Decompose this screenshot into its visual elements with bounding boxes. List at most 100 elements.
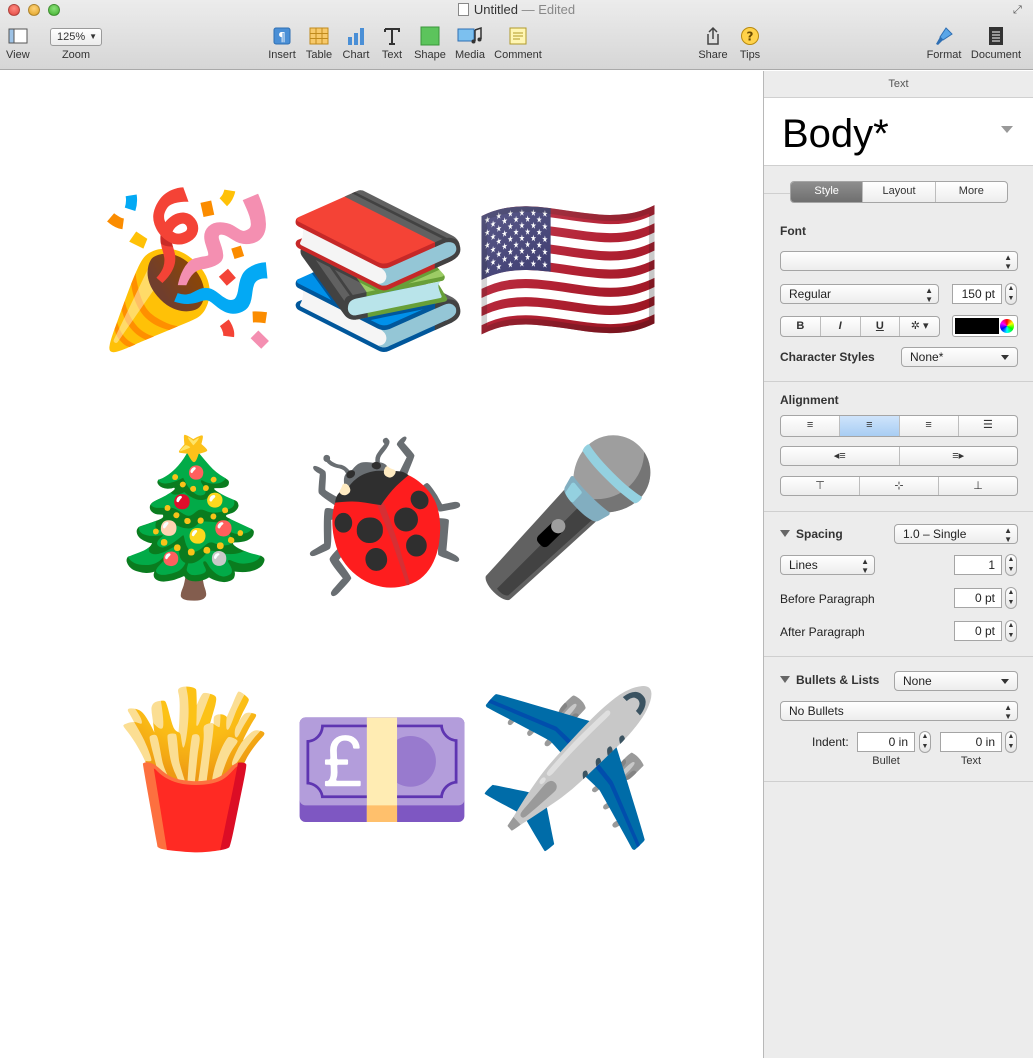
align-bottom-button[interactable]: ⊥ — [938, 477, 1017, 495]
alignment-section-label: Alignment — [780, 393, 839, 407]
zoom-control[interactable]: 125% ▼ Zoom — [48, 26, 104, 61]
document-proxy-icon[interactable] — [457, 3, 469, 16]
view-button[interactable]: View — [6, 26, 30, 61]
pound-banknote-emoji[interactable]: 💷 — [289, 675, 476, 865]
align-bottom-icon: ⊥ — [973, 480, 983, 492]
bullet-indent-label: Bullet — [872, 755, 900, 767]
font-size-field[interactable]: 150 pt — [952, 284, 1002, 304]
table-button[interactable]: Table — [304, 26, 334, 61]
align-top-button[interactable]: ⊤ — [781, 477, 859, 495]
comment-button[interactable]: Comment — [492, 26, 544, 61]
bullet-indent-stepper[interactable]: ▲ ▼ — [919, 731, 931, 753]
spacing-section-label[interactable]: Spacing — [780, 527, 843, 541]
christmas-tree-emoji[interactable]: 🎄 — [101, 423, 288, 613]
text-color-well[interactable] — [952, 315, 1018, 337]
text-button[interactable]: Text — [378, 26, 406, 61]
paragraph-style-picker[interactable]: Body* — [764, 98, 1033, 166]
document-button[interactable]: Document — [968, 26, 1024, 61]
underline-button[interactable]: U — [859, 317, 900, 336]
align-right-button[interactable]: ≡ — [898, 416, 958, 436]
media-button[interactable]: Media — [453, 26, 487, 61]
after-paragraph-stepper[interactable]: ▲ ▼ — [1005, 620, 1017, 642]
document-canvas[interactable]: 🎉 📚 🇺🇸 🎄 🐞 🎤 🍟 💷 ✈️ — [0, 71, 763, 1058]
zoom-label: Zoom — [61, 49, 91, 61]
tab-more[interactable]: More — [934, 182, 1007, 202]
insert-button[interactable]: ¶ Insert — [266, 26, 298, 61]
up-down-arrows-icon: ▲ ▼ — [1004, 526, 1012, 544]
after-paragraph-field[interactable]: 0 pt — [954, 621, 1002, 641]
line-count-field[interactable]: 1 — [954, 555, 1002, 575]
svg-text:¶: ¶ — [278, 30, 286, 44]
color-wheel-icon[interactable] — [1000, 319, 1014, 333]
media-icon — [457, 26, 482, 44]
vertical-alignment-buttons: ⊤ ⊹ ⊥ — [780, 476, 1018, 496]
bullets-label: Bullets & Lists — [796, 673, 880, 687]
tips-label: Tips — [739, 49, 761, 61]
chart-label: Chart — [342, 49, 370, 61]
font-weight-popup[interactable]: Regular ▲ ▼ — [780, 284, 939, 304]
party-popper-emoji[interactable]: 🎉 — [95, 175, 282, 365]
font-size-stepper[interactable]: ▲ ▼ — [1005, 283, 1017, 305]
bullets-value: None — [903, 674, 932, 688]
question-icon: ? — [741, 27, 759, 45]
chevron-down-icon — [1001, 679, 1009, 684]
ladybug-emoji[interactable]: 🐞 — [289, 423, 476, 613]
align-left-button[interactable]: ≡ — [781, 416, 839, 436]
french-fries-emoji[interactable]: 🍟 — [101, 675, 288, 865]
chevron-down-icon — [1001, 355, 1009, 360]
italic-button[interactable]: I — [819, 317, 860, 336]
shape-button[interactable]: Shape — [413, 26, 447, 61]
format-button[interactable]: Format — [924, 26, 964, 61]
insert-label: Insert — [268, 49, 296, 61]
up-down-arrows-icon: ▲ ▼ — [925, 286, 933, 304]
books-emoji[interactable]: 📚 — [285, 175, 472, 365]
divider — [764, 193, 790, 194]
before-paragraph-field[interactable]: 0 pt — [954, 588, 1002, 608]
decrease-indent-button[interactable]: ◂≡ — [781, 447, 899, 465]
share-button[interactable]: Share — [698, 26, 728, 61]
bullets-section-label[interactable]: Bullets & Lists — [780, 673, 879, 687]
bullet-type-popup[interactable]: No Bullets ▲ ▼ — [780, 701, 1018, 721]
share-label: Share — [698, 49, 728, 61]
format-label: Format — [926, 49, 962, 61]
tab-style[interactable]: Style — [791, 182, 863, 202]
indent-buttons: ◂≡ ≡▸ — [780, 446, 1018, 466]
text-indent-field[interactable]: 0 in — [940, 732, 1002, 752]
align-top-icon: ⊤ — [815, 480, 825, 492]
bullet-indent-field[interactable]: 0 in — [857, 732, 915, 752]
before-paragraph-stepper[interactable]: ▲ ▼ — [1005, 587, 1017, 609]
bullets-popup[interactable]: None — [894, 671, 1018, 691]
airplane-emoji[interactable]: ✈️ — [475, 675, 662, 865]
font-weight-value: Regular — [789, 287, 832, 301]
disclosure-triangle-icon[interactable] — [780, 676, 790, 683]
justify-button[interactable]: ☰ — [957, 416, 1017, 436]
text-indent-stepper[interactable]: ▲ ▼ — [1005, 731, 1017, 753]
chart-button[interactable]: Chart — [340, 26, 372, 61]
tips-button[interactable]: ? Tips — [736, 26, 764, 61]
align-left-icon: ≡ — [806, 419, 814, 431]
gear-icon: ✲ — [910, 320, 920, 332]
fullscreen-icon[interactable]: ⤢ — [1013, 4, 1025, 16]
line-count-stepper[interactable]: ▲ ▼ — [1005, 554, 1017, 576]
disclosure-triangle-icon[interactable] — [780, 530, 790, 537]
align-center-button[interactable]: ≡ — [839, 416, 899, 436]
chevron-down-icon[interactable] — [1001, 126, 1013, 133]
increase-indent-button[interactable]: ≡▸ — [898, 447, 1018, 465]
align-middle-button[interactable]: ⊹ — [859, 477, 938, 495]
tab-layout[interactable]: Layout — [862, 182, 934, 202]
after-paragraph-label: After Paragraph — [780, 625, 865, 639]
view-label: View — [6, 49, 30, 61]
zoom-popup[interactable]: 125% ▼ — [50, 28, 102, 46]
microphone-emoji[interactable]: 🎤 — [475, 423, 662, 613]
character-styles-value: None* — [910, 350, 944, 364]
bold-button[interactable]: B — [781, 317, 820, 336]
character-styles-popup[interactable]: None* — [901, 347, 1018, 367]
text-color-swatch[interactable] — [955, 318, 999, 334]
text-options-gear-button[interactable]: ✲ ▾ — [899, 317, 939, 336]
share-icon — [707, 26, 719, 45]
spacing-unit-popup[interactable]: Lines ▲ ▼ — [780, 555, 875, 575]
us-flag-emoji[interactable]: 🇺🇸 — [475, 175, 662, 365]
font-family-popup[interactable]: ▲ ▼ — [780, 251, 1018, 271]
line-spacing-popup[interactable]: 1.0 – Single ▲ ▼ — [894, 524, 1018, 544]
comment-icon — [509, 27, 527, 45]
